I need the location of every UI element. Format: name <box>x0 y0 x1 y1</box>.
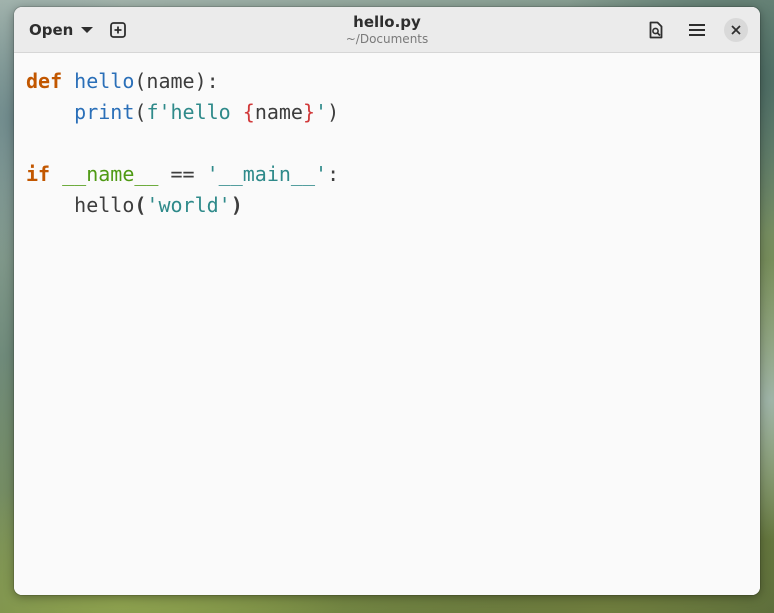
code-token: ' <box>315 100 328 124</box>
code-token: ( <box>134 100 147 124</box>
code-line: if __name__ == '__main__': <box>26 159 339 190</box>
code-token: name <box>254 100 303 124</box>
hamburger-menu-icon <box>689 24 705 36</box>
close-icon <box>731 25 741 35</box>
code-token: : <box>327 162 340 186</box>
code-line: hello('world') <box>26 190 339 221</box>
code-view[interactable]: def hello(name): print(f'hello {name}')​… <box>26 66 339 221</box>
document-search-icon <box>649 21 663 39</box>
code-token: ) <box>230 193 243 217</box>
code-token: } <box>302 100 316 124</box>
code-line: def hello(name): <box>26 66 339 97</box>
code-token: f'hello <box>146 100 243 124</box>
code-token: == <box>158 162 207 186</box>
close-button[interactable] <box>724 18 748 42</box>
code-token: def <box>26 69 63 93</box>
code-line: print(f'hello {name}') <box>26 97 339 128</box>
code-token: { <box>242 100 255 124</box>
code-token: (name): <box>134 69 219 93</box>
code-token: ) <box>327 100 340 124</box>
code-token: '__main__' <box>206 162 328 186</box>
main-menu-button[interactable] <box>682 15 712 45</box>
code-token: 'world' <box>146 193 231 217</box>
code-token: if <box>26 162 51 186</box>
code-token: hello <box>26 193 135 217</box>
code-token: __name__ <box>62 162 159 186</box>
headerbar: Open hello.py ~/Documents <box>14 7 760 53</box>
code-line: ​ <box>26 128 339 159</box>
document-button[interactable] <box>641 15 671 45</box>
code-token: hello <box>74 69 135 93</box>
code-token: ( <box>134 193 147 217</box>
code-token: print <box>74 100 135 124</box>
editor-window: Open hello.py ~/Documents def hello(name… <box>14 7 760 595</box>
code-editor[interactable]: def hello(name): print(f'hello {name}')​… <box>14 54 760 595</box>
